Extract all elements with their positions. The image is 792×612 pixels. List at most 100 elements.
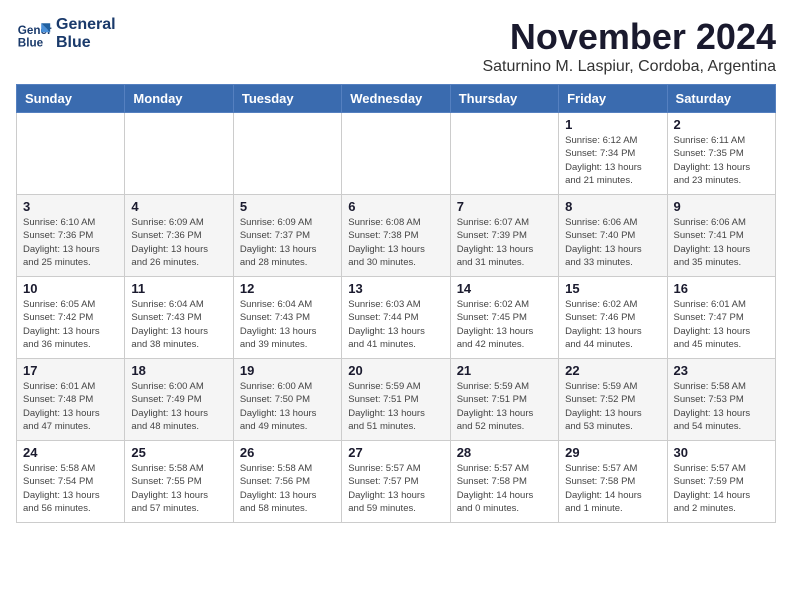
calendar-cell [17, 113, 125, 195]
day-info: Sunrise: 6:05 AM Sunset: 7:42 PM Dayligh… [23, 298, 118, 351]
calendar-cell: 30 Sunrise: 5:57 AM Sunset: 7:59 PM Dayli… [667, 441, 775, 523]
calendar-cell: 27 Sunrise: 5:57 AM Sunset: 7:57 PM Dayli… [342, 441, 450, 523]
calendar-cell: 10 Sunrise: 6:05 AM Sunset: 7:42 PM Dayli… [17, 277, 125, 359]
day-info: Sunrise: 6:10 AM Sunset: 7:36 PM Dayligh… [23, 216, 118, 269]
day-info: Sunrise: 5:59 AM Sunset: 7:51 PM Dayligh… [348, 380, 443, 433]
day-info: Sunrise: 6:02 AM Sunset: 7:45 PM Dayligh… [457, 298, 552, 351]
calendar-cell: 22 Sunrise: 5:59 AM Sunset: 7:52 PM Dayli… [559, 359, 667, 441]
day-info: Sunrise: 5:58 AM Sunset: 7:54 PM Dayligh… [23, 462, 118, 515]
day-info: Sunrise: 5:57 AM Sunset: 7:57 PM Dayligh… [348, 462, 443, 515]
day-number: 26 [240, 445, 335, 460]
calendar-cell: 21Sunrise: 5:59 AM Sunset: 7:51 PM Dayli… [450, 359, 558, 441]
day-info: Sunrise: 6:08 AM Sunset: 7:38 PM Dayligh… [348, 216, 443, 269]
day-info: Sunrise: 6:02 AM Sunset: 7:46 PM Dayligh… [565, 298, 660, 351]
calendar-cell [125, 113, 233, 195]
day-number: 5 [240, 199, 335, 214]
weekday-header-tuesday: Tuesday [233, 85, 341, 113]
day-number: 8 [565, 199, 660, 214]
day-info: Sunrise: 5:59 AM Sunset: 7:51 PM Dayligh… [457, 380, 552, 433]
calendar-cell: 3 Sunrise: 6:10 AM Sunset: 7:36 PM Daylig… [17, 195, 125, 277]
calendar-cell: 11 Sunrise: 6:04 AM Sunset: 7:43 PM Dayli… [125, 277, 233, 359]
header: General Blue General Blue November 2024 … [16, 16, 776, 76]
day-number: 22 [565, 363, 660, 378]
weekday-header-thursday: Thursday [450, 85, 558, 113]
calendar-cell: 1 Sunrise: 6:12 AM Sunset: 7:34 PM Daylig… [559, 113, 667, 195]
calendar-cell: 8 Sunrise: 6:06 AM Sunset: 7:40 PM Daylig… [559, 195, 667, 277]
day-number: 18 [131, 363, 226, 378]
day-number: 17 [23, 363, 118, 378]
day-info: Sunrise: 6:09 AM Sunset: 7:37 PM Dayligh… [240, 216, 335, 269]
calendar-cell: 4Sunrise: 6:09 AM Sunset: 7:36 PM Daylig… [125, 195, 233, 277]
day-number: 27 [348, 445, 443, 460]
day-number: 16 [674, 281, 769, 296]
day-number: 11 [131, 281, 226, 296]
weekday-header-monday: Monday [125, 85, 233, 113]
calendar-cell: 7Sunrise: 6:07 AM Sunset: 7:39 PM Daylig… [450, 195, 558, 277]
calendar-cell: 2Sunrise: 6:11 AM Sunset: 7:35 PM Daylig… [667, 113, 775, 195]
weekday-header-wednesday: Wednesday [342, 85, 450, 113]
calendar-cell: 6 Sunrise: 6:08 AM Sunset: 7:38 PM Daylig… [342, 195, 450, 277]
calendar-cell: 12 Sunrise: 6:04 AM Sunset: 7:43 PM Dayli… [233, 277, 341, 359]
day-number: 7 [457, 199, 552, 214]
calendar-cell: 5 Sunrise: 6:09 AM Sunset: 7:37 PM Daylig… [233, 195, 341, 277]
calendar-cell: 20 Sunrise: 5:59 AM Sunset: 7:51 PM Dayli… [342, 359, 450, 441]
day-info: Sunrise: 6:00 AM Sunset: 7:50 PM Dayligh… [240, 380, 335, 433]
day-info: Sunrise: 6:01 AM Sunset: 7:48 PM Dayligh… [23, 380, 118, 433]
day-number: 1 [565, 117, 660, 132]
day-number: 2 [674, 117, 769, 132]
month-title: November 2024 [482, 16, 776, 58]
day-number: 29 [565, 445, 660, 460]
day-number: 28 [457, 445, 552, 460]
day-number: 23 [674, 363, 769, 378]
calendar-cell [450, 113, 558, 195]
day-number: 15 [565, 281, 660, 296]
weekday-header-friday: Friday [559, 85, 667, 113]
calendar-cell: 29 Sunrise: 5:57 AM Sunset: 7:58 PM Dayli… [559, 441, 667, 523]
day-number: 20 [348, 363, 443, 378]
calendar-cell: 26 Sunrise: 5:58 AM Sunset: 7:56 PM Dayli… [233, 441, 341, 523]
calendar-cell: 13Sunrise: 6:03 AM Sunset: 7:44 PM Dayli… [342, 277, 450, 359]
day-number: 14 [457, 281, 552, 296]
day-info: Sunrise: 5:59 AM Sunset: 7:52 PM Dayligh… [565, 380, 660, 433]
calendar-cell: 25 Sunrise: 5:58 AM Sunset: 7:55 PM Dayli… [125, 441, 233, 523]
day-number: 30 [674, 445, 769, 460]
day-info: Sunrise: 5:58 AM Sunset: 7:55 PM Dayligh… [131, 462, 226, 515]
calendar-week-2: 3 Sunrise: 6:10 AM Sunset: 7:36 PM Daylig… [17, 195, 776, 277]
day-number: 10 [23, 281, 118, 296]
calendar-week-1: 1 Sunrise: 6:12 AM Sunset: 7:34 PM Daylig… [17, 113, 776, 195]
calendar-cell: 18 Sunrise: 6:00 AM Sunset: 7:49 PM Dayli… [125, 359, 233, 441]
day-number: 12 [240, 281, 335, 296]
logo-line1: General [56, 16, 116, 34]
day-number: 9 [674, 199, 769, 214]
day-number: 6 [348, 199, 443, 214]
day-info: Sunrise: 6:01 AM Sunset: 7:47 PM Dayligh… [674, 298, 769, 351]
calendar-cell: 24Sunrise: 5:58 AM Sunset: 7:54 PM Dayli… [17, 441, 125, 523]
calendar-cell: 19Sunrise: 6:00 AM Sunset: 7:50 PM Dayli… [233, 359, 341, 441]
day-number: 3 [23, 199, 118, 214]
svg-text:Blue: Blue [18, 37, 44, 50]
day-info: Sunrise: 6:12 AM Sunset: 7:34 PM Dayligh… [565, 134, 660, 187]
location-subtitle: Saturnino M. Laspiur, Cordoba, Argentina [482, 58, 776, 76]
calendar-week-3: 10 Sunrise: 6:05 AM Sunset: 7:42 PM Dayli… [17, 277, 776, 359]
day-info: Sunrise: 5:58 AM Sunset: 7:53 PM Dayligh… [674, 380, 769, 433]
day-info: Sunrise: 5:57 AM Sunset: 7:59 PM Dayligh… [674, 462, 769, 515]
day-info: Sunrise: 6:06 AM Sunset: 7:41 PM Dayligh… [674, 216, 769, 269]
calendar-cell [233, 113, 341, 195]
day-info: Sunrise: 6:04 AM Sunset: 7:43 PM Dayligh… [240, 298, 335, 351]
weekday-header-saturday: Saturday [667, 85, 775, 113]
calendar-week-4: 17 Sunrise: 6:01 AM Sunset: 7:48 PM Dayli… [17, 359, 776, 441]
day-info: Sunrise: 6:00 AM Sunset: 7:49 PM Dayligh… [131, 380, 226, 433]
calendar-cell: 28 Sunrise: 5:57 AM Sunset: 7:58 PM Dayli… [450, 441, 558, 523]
day-info: Sunrise: 5:57 AM Sunset: 7:58 PM Dayligh… [565, 462, 660, 515]
day-info: Sunrise: 6:06 AM Sunset: 7:40 PM Dayligh… [565, 216, 660, 269]
calendar-cell: 14 Sunrise: 6:02 AM Sunset: 7:45 PM Dayli… [450, 277, 558, 359]
day-info: Sunrise: 6:03 AM Sunset: 7:44 PM Dayligh… [348, 298, 443, 351]
calendar-cell: 16 Sunrise: 6:01 AM Sunset: 7:47 PM Dayli… [667, 277, 775, 359]
day-info: Sunrise: 5:57 AM Sunset: 7:58 PM Dayligh… [457, 462, 552, 515]
day-info: Sunrise: 6:04 AM Sunset: 7:43 PM Dayligh… [131, 298, 226, 351]
logo-icon: General Blue [16, 16, 52, 52]
calendar-header-row: SundayMondayTuesdayWednesdayThursdayFrid… [17, 85, 776, 113]
day-number: 25 [131, 445, 226, 460]
day-info: Sunrise: 5:58 AM Sunset: 7:56 PM Dayligh… [240, 462, 335, 515]
calendar-cell [342, 113, 450, 195]
